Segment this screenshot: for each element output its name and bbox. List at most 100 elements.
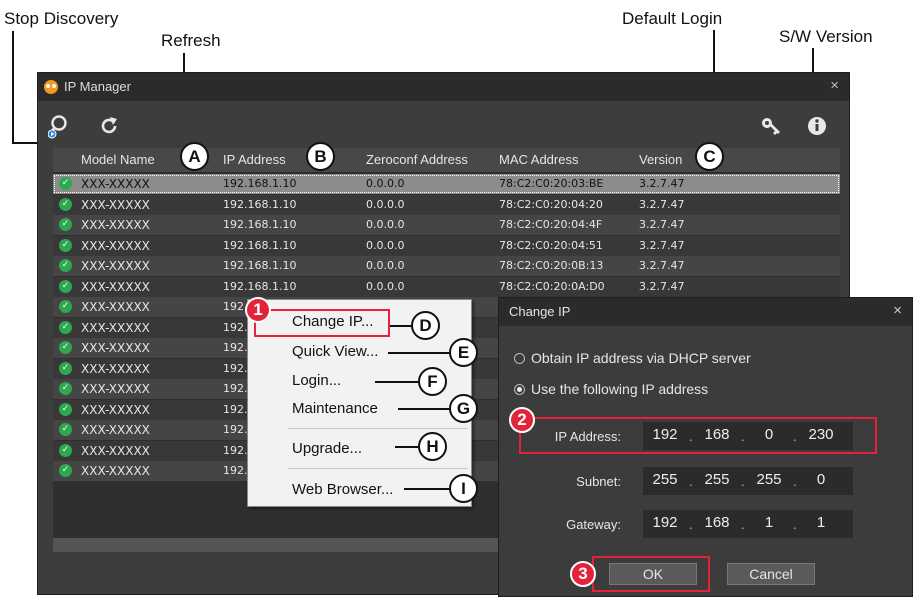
subnet-octet-4[interactable]: 0 — [803, 471, 839, 488]
callout-default-login: Default Login — [622, 9, 723, 28]
table-row[interactable]: ✓ XXX-XXXXX 192.168.1.10 0.0.0.0 78:C2:C0:20… — [53, 276, 840, 297]
cell-model-name: XXX-XXXXX — [81, 402, 150, 417]
subnet-dot: . — [689, 474, 693, 489]
window-close-button[interactable]: × — [830, 77, 839, 94]
menu-item-quick-view[interactable]: Quick View... — [292, 343, 378, 360]
menu-separator — [288, 428, 468, 429]
table-row[interactable]: ✓ XXX-XXXXX 192.168.1.10 0.0.0.0 78:C2:C0:20… — [53, 215, 840, 235]
cell-mac-address: 78:C2:C0:20:04:51 — [499, 238, 603, 252]
status-ok-icon: ✓ — [59, 341, 72, 354]
menu-item-upgrade[interactable]: Upgrade... — [292, 440, 362, 457]
cell-ip-address: 192. — [223, 402, 248, 416]
marker-i: I — [449, 474, 478, 503]
highlight-ok-button — [592, 556, 710, 592]
refresh-icon — [101, 117, 117, 134]
cell-model-name: XXX-XXXXX — [81, 197, 150, 212]
gateway-field[interactable]: 192 . 168 . 1 . 1 — [643, 510, 853, 538]
table-row[interactable]: ✓ XXX-XXXXX 192.168.1.10 0.0.0.0 78:C2:C0:20… — [53, 256, 840, 276]
cell-model-name: XXX-XXXXX — [81, 382, 150, 396]
table-row[interactable]: ✓ XXX-XXXXX 192.168.1.10 0.0.0.0 78:C2:C0:20… — [53, 235, 840, 256]
header-zeroconf-address[interactable]: Zeroconf Address — [366, 152, 468, 167]
status-ok-icon: ✓ — [59, 382, 72, 395]
status-ok-icon: ✓ — [59, 238, 72, 252]
gateway-octet-4[interactable]: 1 — [803, 514, 839, 531]
subnet-octet-2[interactable]: 255 — [699, 471, 735, 488]
dialog-close-button[interactable]: × — [893, 302, 902, 319]
table-row[interactable]: ✓ XXX-XXXXX 192.168.1.10 0.0.0.0 78:C2:C0:20… — [53, 194, 840, 215]
status-ok-icon: ✓ — [59, 279, 72, 293]
status-ok-icon: ✓ — [59, 402, 72, 416]
sw-version-button[interactable] — [806, 115, 828, 142]
cell-ip-address: 192. — [223, 423, 248, 436]
radio-static-ip[interactable]: Use the following IP address — [514, 381, 708, 397]
subnet-label: Subnet: — [576, 474, 621, 489]
callout-refresh: Refresh — [161, 31, 221, 50]
cell-model-name: XXX-XXXXX — [81, 279, 150, 294]
menu-item-maintenance[interactable]: Maintenance — [292, 400, 378, 417]
refresh-button[interactable] — [98, 115, 120, 142]
status-ok-icon: ✓ — [59, 443, 72, 457]
status-ok-icon: ✓ — [59, 423, 72, 436]
marker-h: H — [418, 432, 447, 461]
leader-e — [388, 352, 450, 354]
radio-dhcp[interactable]: Obtain IP address via DHCP server — [514, 350, 751, 366]
cell-model-name: XXX-XXXXX — [81, 259, 150, 273]
dialog-title: Change IP — [509, 304, 571, 319]
subnet-octet-3[interactable]: 255 — [751, 471, 787, 488]
cell-mac-address: 78:C2:C0:20:04:4F — [499, 218, 603, 231]
marker-c: C — [695, 142, 724, 171]
stop-discovery-button[interactable] — [47, 113, 74, 144]
gateway-dot: . — [793, 517, 797, 532]
cell-model-name: XXX-XXXXX — [81, 361, 150, 376]
gateway-octet-2[interactable]: 168 — [699, 514, 735, 531]
radio-on-icon — [514, 384, 525, 395]
status-ok-icon: ✓ — [59, 320, 72, 334]
menu-item-web-browser[interactable]: Web Browser... — [292, 481, 393, 498]
cell-ip-address: 192. — [223, 443, 248, 457]
cell-ip-address: 192.168.1.10 — [223, 197, 297, 211]
window-titlebar: IP Manager × — [38, 73, 849, 101]
cell-ip-address: 192. — [223, 341, 248, 354]
cell-model-name: XXX-XXXXX — [81, 443, 150, 458]
subnet-field[interactable]: 255 . 255 . 255 . 0 — [643, 467, 853, 495]
cell-zeroconf-address: 0.0.0.0 — [366, 177, 405, 190]
cell-version: 3.2.7.47 — [639, 218, 685, 231]
menu-item-login[interactable]: Login... — [292, 372, 341, 389]
callout-sw-version: S/W Version — [779, 27, 873, 46]
cell-zeroconf-address: 0.0.0.0 — [366, 238, 405, 252]
cell-version: 3.2.7.47 — [639, 238, 685, 252]
gateway-label: Gateway: — [566, 517, 621, 532]
default-login-button[interactable] — [760, 115, 782, 142]
info-icon — [808, 117, 826, 135]
cell-ip-address: 192. — [223, 382, 248, 395]
header-model-name[interactable]: Model Name — [81, 152, 155, 167]
step-2-marker: 2 — [509, 407, 535, 433]
leader-g — [398, 408, 450, 410]
status-ok-icon: ✓ — [59, 300, 72, 313]
step-3-marker: 3 — [570, 561, 596, 587]
search-icon — [47, 115, 67, 139]
cell-model-name: XXX-XXXXX — [81, 238, 150, 253]
cell-mac-address: 78:C2:C0:20:03:BE — [499, 177, 604, 190]
radio-static-label: Use the following IP address — [531, 381, 709, 397]
cell-version: 3.2.7.47 — [639, 279, 685, 293]
marker-a: A — [180, 142, 209, 171]
cancel-button[interactable]: Cancel — [727, 563, 815, 585]
marker-e: E — [449, 338, 478, 367]
menu-separator — [288, 468, 468, 469]
highlight-ip-address — [519, 417, 877, 454]
gateway-octet-3[interactable]: 1 — [751, 514, 787, 531]
header-mac-address[interactable]: MAC Address — [499, 152, 578, 167]
table-row[interactable]: ✓ XXX-XXXXX 192.168.1.10 0.0.0.0 78:C2:C0:20… — [53, 174, 840, 194]
cell-version: 3.2.7.47 — [639, 197, 685, 211]
key-icon — [762, 118, 780, 135]
app-logo-icon — [44, 80, 58, 94]
header-version[interactable]: Version — [639, 152, 682, 167]
subnet-octet-1[interactable]: 255 — [647, 471, 683, 488]
gateway-octet-1[interactable]: 192 — [647, 514, 683, 531]
header-ip-address[interactable]: IP Address — [223, 152, 286, 167]
leader-stop-discovery — [12, 31, 14, 143]
leader-h — [395, 446, 419, 448]
cell-mac-address: 78:C2:C0:20:0B:13 — [499, 259, 604, 272]
dialog-titlebar: Change IP × — [499, 298, 912, 326]
